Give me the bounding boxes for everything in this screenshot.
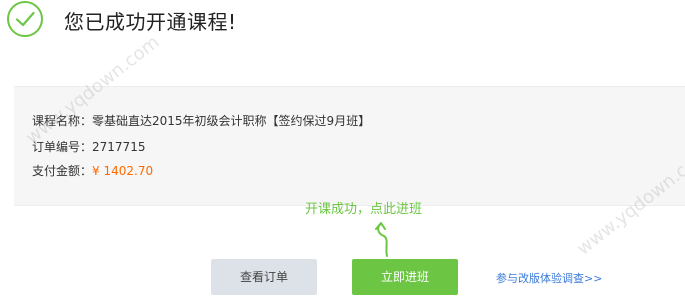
survey-link[interactable]: 参与改版体验调查>> (496, 270, 602, 286)
hand-drawn-arrow-icon (375, 222, 388, 257)
checkmark-circle-icon (7, 1, 43, 37)
order-info-panel: 课程名称：零基础直达2015年初级会计职称【签约保过9月班】 订单编号：2717… (14, 86, 685, 206)
course-name-row: 课程名称：零基础直达2015年初级会计职称【签约保过9月班】 (32, 112, 370, 129)
course-name-value: 零基础直达2015年初级会计职称【签约保过9月班】 (92, 114, 371, 128)
course-name-label: 课程名称： (32, 114, 93, 128)
view-orders-button[interactable]: 查看订单 (211, 259, 317, 295)
enter-class-hint: 开课成功，点此进班 (305, 202, 423, 217)
success-title: 您已成功开通课程! (64, 10, 237, 34)
enter-class-button[interactable]: 立即进班 (352, 259, 458, 295)
payment-amount-label: 支付金额： (32, 164, 93, 178)
success-page: 您已成功开通课程! 课程名称：零基础直达2015年初级会计职称【签约保过9月班】… (0, 0, 685, 300)
order-number-row: 订单编号：2717715 (32, 138, 145, 155)
order-number-label: 订单编号： (32, 140, 93, 154)
payment-amount-row: 支付金额：¥ 1402.70 (32, 162, 153, 179)
payment-amount-value: ¥ 1402.70 (92, 164, 154, 178)
order-number-value: 2717715 (92, 140, 146, 154)
